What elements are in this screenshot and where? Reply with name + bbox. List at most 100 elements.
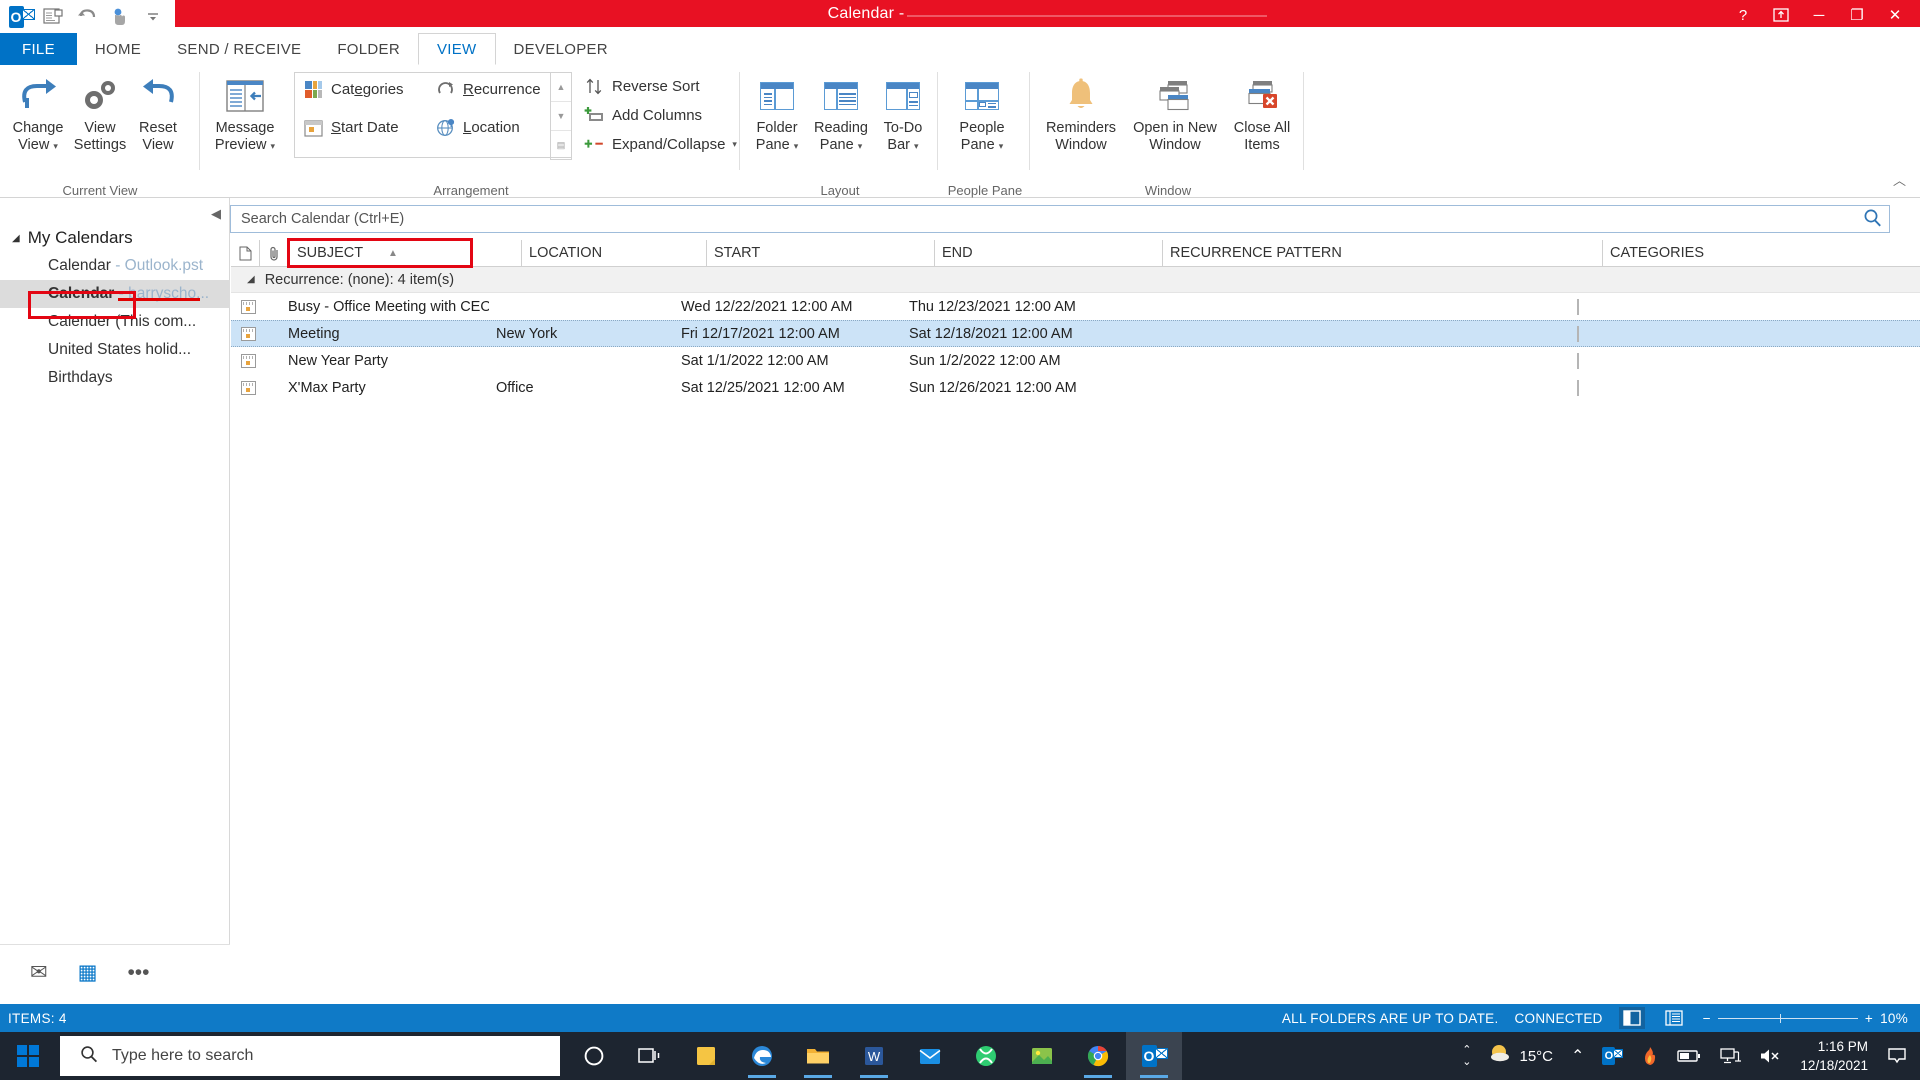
ribbon-tabs[interactable]: FILE HOME SEND / RECEIVE FOLDER VIEW DEV… (0, 33, 1920, 66)
more-options-icon[interactable]: ••• (127, 961, 149, 985)
help-button[interactable]: ? (1724, 0, 1762, 30)
gallery-more-button[interactable]: ▤ (551, 131, 571, 159)
tab-file[interactable]: FILE (0, 33, 77, 65)
quick-access-toolbar[interactable]: O (0, 0, 166, 33)
window-controls[interactable]: ? ─ ❐ ✕ (1724, 0, 1914, 30)
minimize-button[interactable]: ─ (1800, 0, 1838, 30)
cortana-icon[interactable] (566, 1032, 622, 1080)
microsoft-edge-icon[interactable] (734, 1032, 790, 1080)
tab-folder[interactable]: FOLDER (319, 33, 418, 65)
show-hidden-icons-button[interactable]: ⌃ (1562, 1046, 1593, 1066)
normal-view-button[interactable] (1618, 1007, 1645, 1029)
calendar-icon[interactable]: ▦ (78, 960, 98, 985)
outlook-tray-icon[interactable]: O (1593, 1047, 1632, 1065)
sidebar-item-calendar-selected[interactable]: Calendar - barryscho... (0, 280, 230, 308)
notifications-icon[interactable] (1878, 1047, 1916, 1065)
category-checkbox[interactable] (1577, 325, 1579, 342)
zoom-in-button[interactable]: + (1865, 1011, 1873, 1026)
reading-view-button[interactable] (1661, 1007, 1687, 1029)
category-checkbox[interactable] (1577, 352, 1579, 369)
reminders-window-button[interactable]: Reminders Window (1036, 72, 1126, 154)
expand-collapse-button[interactable]: Expand/Collapse ▾ (584, 134, 737, 155)
gallery-scroll-up-button[interactable]: ▲ (551, 73, 571, 102)
todo-bar-button[interactable]: To-Do Bar ▾ (874, 72, 932, 155)
table-row[interactable]: X'Max Party Office Sat 12/25/2021 12:00 … (231, 374, 1920, 401)
sidebar-item-united-states-holidays[interactable]: United States holid... (0, 336, 230, 364)
tab-home[interactable]: HOME (77, 33, 159, 65)
search-input[interactable]: Search Calendar (Ctrl+E) (230, 205, 1890, 233)
column-header-location[interactable]: LOCATION (521, 240, 706, 266)
column-header-categories[interactable]: CATEGORIES (1602, 240, 1920, 266)
table-row[interactable]: New Year Party Sat 1/1/2022 12:00 AM Sun… (231, 347, 1920, 374)
column-header-attachment[interactable] (259, 240, 289, 266)
zoom-slider[interactable]: − + 10% (1703, 1011, 1908, 1026)
undo-icon[interactable] (74, 4, 100, 30)
taskbar-search-input[interactable]: Type here to search (60, 1036, 560, 1076)
message-preview-button[interactable]: Message Preview ▾ (202, 72, 288, 155)
volume-muted-icon[interactable] (1750, 1047, 1790, 1065)
column-headers[interactable]: SUBJECT ▲ LOCATION START END RECURRENCE … (231, 238, 1920, 268)
taskbar-scroll-buttons[interactable]: ⌃ ⌄ (1456, 1044, 1477, 1068)
zoom-slider-track[interactable] (1717, 1013, 1858, 1023)
gallery-scroll-down-button[interactable]: ▼ (551, 102, 571, 131)
location-button[interactable]: Location (435, 117, 520, 138)
column-header-recurrence-pattern[interactable]: RECURRENCE PATTERN (1162, 240, 1602, 266)
column-header-start[interactable]: START (706, 240, 934, 266)
category-checkbox[interactable] (1577, 298, 1579, 315)
column-header-end[interactable]: END (934, 240, 1162, 266)
table-row[interactable]: Meeting New York Fri 12/17/2021 12:00 AM… (231, 320, 1920, 347)
column-header-subject[interactable]: SUBJECT ▲ (289, 240, 521, 266)
xbox-icon[interactable] (958, 1032, 1014, 1080)
sticky-notes-icon[interactable] (678, 1032, 734, 1080)
reading-pane-button[interactable]: Reading Pane ▾ (808, 72, 874, 155)
tab-view[interactable]: VIEW (417, 33, 496, 65)
photos-icon[interactable] (1014, 1032, 1070, 1080)
ribbon-display-options-button[interactable] (1762, 0, 1800, 30)
reverse-sort-button[interactable]: Reverse Sort (584, 76, 700, 97)
touch-mouse-mode-icon[interactable] (107, 4, 133, 30)
taskbar-clock[interactable]: 1:16 PM 12/18/2021 (1790, 1037, 1878, 1075)
taskbar-pinned-apps[interactable]: W O (566, 1032, 1182, 1080)
mail-icon[interactable]: ✉ (30, 960, 48, 985)
mail-icon[interactable] (902, 1032, 958, 1080)
arrangement-gallery-scroll[interactable]: ▲ ▼ ▤ (550, 72, 572, 160)
flame-tray-icon[interactable] (1632, 1046, 1668, 1066)
microsoft-word-icon[interactable]: W (846, 1032, 902, 1080)
column-header-icon[interactable] (231, 240, 259, 266)
folder-pane-button[interactable]: Folder Pane ▾ (746, 72, 808, 155)
close-all-items-button[interactable]: Close All Items (1224, 72, 1300, 154)
category-checkbox[interactable] (1577, 379, 1579, 396)
open-in-new-window-button[interactable]: Open in New Window (1126, 72, 1224, 154)
group-collapse-triangle-icon[interactable]: ◢ (247, 274, 255, 285)
tab-developer[interactable]: DEVELOPER (496, 33, 626, 65)
file-explorer-icon[interactable] (790, 1032, 846, 1080)
start-date-button[interactable]: Start Date (303, 117, 399, 138)
search-icon[interactable] (1863, 208, 1882, 233)
task-view-icon[interactable] (622, 1032, 678, 1080)
microsoft-outlook-icon[interactable]: O (1126, 1032, 1182, 1080)
group-header-recurrence[interactable]: ◢ Recurrence: (none): 4 item(s) (231, 267, 1920, 293)
recurrence-button[interactable]: Recurrence (435, 79, 541, 100)
table-row[interactable]: Busy - Office Meeting with CEO Wed 12/22… (231, 293, 1920, 320)
windows-start-icon[interactable] (0, 1032, 56, 1080)
zoom-out-button[interactable]: − (1703, 1011, 1711, 1026)
add-columns-button[interactable]: Add Columns (584, 105, 702, 126)
sidebar-item-calendar-outlook-pst[interactable]: Calendar - Outlook.pst (0, 252, 230, 280)
reset-view-button[interactable]: Reset View (120, 72, 196, 154)
network-icon[interactable] (1710, 1047, 1750, 1065)
categories-button[interactable]: Categories (303, 79, 404, 100)
sidebar-item-birthdays[interactable]: Birthdays (0, 364, 230, 392)
tab-send-receive[interactable]: SEND / RECEIVE (159, 33, 319, 65)
collapse-ribbon-button[interactable]: ︿ (1893, 170, 1906, 189)
close-button[interactable]: ✕ (1876, 0, 1914, 30)
customize-quick-access-toolbar-icon[interactable] (140, 4, 166, 30)
nav-group-my-calendars[interactable]: ◢ My Calendars (0, 224, 230, 252)
navigation-bar[interactable]: ✉ ▦ ••• (0, 944, 230, 1000)
restore-button[interactable]: ❐ (1838, 0, 1876, 30)
battery-icon[interactable] (1668, 1049, 1710, 1063)
collapse-folder-pane-button[interactable]: ◀ (211, 206, 221, 222)
people-pane-button[interactable]: People Pane ▾ (946, 72, 1018, 155)
weather-widget[interactable]: 15°C (1478, 1043, 1563, 1070)
sidebar-item-calender-this-computer[interactable]: Calender (This com... (0, 308, 230, 336)
google-chrome-icon[interactable] (1070, 1032, 1126, 1080)
